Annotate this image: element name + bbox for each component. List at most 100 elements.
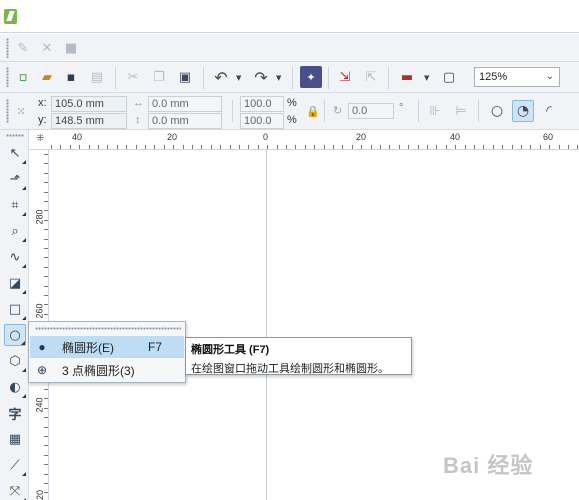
undo-icon[interactable]: ↶ — [210, 66, 232, 88]
zoom-level-select[interactable]: 125% ⌄ — [474, 67, 560, 87]
chevron-down-icon: ⌄ — [545, 71, 554, 82]
redo-dropdown-icon[interactable]: ▼ — [276, 74, 281, 82]
lock-ratio-icon[interactable]: 🔒 — [306, 105, 320, 118]
save-icon[interactable]: ▪ — [60, 66, 82, 88]
tooltip-description: 在绘图窗口拖动工具绘制圆形和椭圆形。 — [191, 363, 389, 375]
polygon-tool-icon[interactable]: ⬡ — [4, 350, 26, 372]
ellipse-mode-icon[interactable]: ○ — [486, 100, 508, 122]
mirror-vertical-icon[interactable]: ⊨ — [450, 100, 472, 122]
crop-tool-icon[interactable]: ⌗ — [4, 194, 26, 216]
ruler-tick — [44, 229, 48, 230]
ruler-tick — [44, 314, 48, 315]
pen-tool-icon[interactable]: ✎ — [12, 37, 34, 59]
horizontal-ruler[interactable]: ⁜ 40 20 0 20 40 60 — [29, 130, 579, 150]
zoom-tool-icon[interactable]: ⌕ — [4, 220, 26, 242]
separator — [388, 67, 389, 89]
table-tool-icon[interactable]: ▦ — [4, 428, 26, 450]
object-origin-icon[interactable]: ⁙ — [10, 100, 32, 122]
ruler-tick — [333, 145, 334, 149]
pick-tool-icon[interactable]: ↖ — [4, 142, 26, 164]
ruler-tick — [44, 248, 48, 249]
shape-tool-icon[interactable]: ⬏ — [4, 168, 26, 190]
ruler-tick — [44, 417, 48, 418]
dimension-tool-icon[interactable]: ⟋ — [4, 454, 26, 476]
new-document-icon[interactable]: ▫ — [12, 66, 34, 88]
ruler-label: 20 — [167, 132, 178, 142]
mirror-horizontal-icon[interactable]: ⊪ — [424, 100, 446, 122]
x-position-field[interactable]: 105.0 mm — [51, 96, 127, 112]
ruler-tick — [44, 427, 48, 428]
ruler-tick — [446, 145, 447, 149]
ruler-tick — [258, 145, 259, 149]
ruler-tick — [145, 145, 146, 149]
redo-icon[interactable]: ↷ — [250, 66, 272, 88]
freehand-tool-icon[interactable]: ∿ — [4, 246, 26, 268]
ruler-tick — [239, 145, 240, 149]
rectangle-tool-icon[interactable]: □ — [4, 298, 26, 320]
publish-pdf-icon[interactable]: ▬ — [396, 66, 418, 88]
ruler-tick — [220, 145, 221, 149]
paste-icon[interactable]: ▣ — [174, 66, 196, 88]
print-icon[interactable]: ▤ — [86, 66, 108, 88]
cancel-icon[interactable]: ✕ — [36, 37, 58, 59]
export-icon[interactable]: ⇱ — [360, 66, 382, 88]
flyout-item-label: 3 点椭圆形(3) — [62, 363, 135, 378]
rotation-field[interactable]: 0.0 — [348, 103, 394, 119]
smart-fill-tool-icon[interactable]: ◪ — [4, 272, 26, 294]
search-content-icon[interactable]: ✦ — [300, 66, 322, 88]
width-field[interactable]: 0.0 mm — [148, 96, 222, 112]
ruler-origin-icon[interactable]: ⁜ — [36, 133, 44, 144]
text-tool-icon[interactable]: 字 — [4, 402, 26, 424]
ruler-tick — [44, 474, 48, 475]
flyout-item-ellipse[interactable]: ● 椭圆形(E) F7 — [30, 336, 184, 358]
ruler-label: 20 — [356, 132, 367, 142]
separator — [418, 100, 419, 122]
import-icon[interactable]: ⇲ — [334, 66, 356, 88]
scale-x-field[interactable]: 100.0 — [240, 96, 284, 112]
ruler-tick — [44, 182, 48, 183]
page-border-line — [266, 150, 267, 500]
ruler-tick — [44, 239, 48, 240]
toolbar-grip[interactable] — [6, 67, 9, 87]
node-icon[interactable]: ■ — [60, 37, 82, 59]
ruler-tick — [277, 145, 278, 149]
ellipse-tool-icon[interactable]: ○ — [4, 324, 26, 346]
arc-mode-icon[interactable]: ◜ — [538, 100, 560, 122]
ruler-tick — [559, 145, 560, 149]
basic-shapes-tool-icon[interactable]: ◐ — [4, 376, 26, 398]
ellipse-icon: ● — [38, 340, 46, 354]
separator — [292, 67, 293, 89]
ruler-tick — [502, 145, 503, 149]
ruler-tick — [60, 145, 61, 149]
undo-dropdown-icon[interactable]: ▼ — [236, 74, 241, 82]
y-position-field[interactable]: 148.5 mm — [51, 113, 127, 129]
rotation-icon: ↻ — [333, 105, 343, 117]
flyout-item-3-point-ellipse[interactable]: ⊕ 3 点椭圆形(3) — [30, 359, 184, 381]
separator — [478, 100, 479, 122]
ruler-tick — [107, 145, 108, 149]
ruler-tick — [44, 220, 48, 221]
ruler-tick — [126, 145, 127, 149]
ruler-tick — [474, 145, 475, 149]
open-folder-icon[interactable]: ▰ — [36, 66, 58, 88]
scale-y-field[interactable]: 100.0 — [240, 113, 284, 129]
toolbar-grip[interactable] — [6, 99, 9, 123]
ruler-tick — [192, 145, 193, 149]
flyout-grip[interactable] — [35, 327, 181, 330]
ruler-tick — [44, 436, 48, 437]
ruler-tick — [230, 145, 231, 149]
ruler-tick — [44, 464, 48, 465]
separator — [328, 67, 329, 89]
toolbox-grip[interactable] — [6, 134, 24, 137]
toolbar-grip[interactable] — [6, 38, 9, 58]
zoom-level-value: 125% — [479, 71, 508, 83]
ruler-tick — [44, 286, 48, 287]
publish-dropdown-icon[interactable]: ▼ — [424, 74, 429, 82]
height-field[interactable]: 0.0 mm — [148, 113, 222, 129]
pie-mode-icon[interactable]: ◔ — [512, 100, 534, 122]
connector-tool-icon[interactable]: ⤧ — [4, 480, 26, 500]
copy-icon[interactable]: ❐ — [148, 66, 170, 88]
ruler-tick — [89, 145, 90, 149]
cut-icon[interactable]: ✂ — [122, 66, 144, 88]
fullscreen-preview-icon[interactable]: ▢ — [438, 66, 460, 88]
